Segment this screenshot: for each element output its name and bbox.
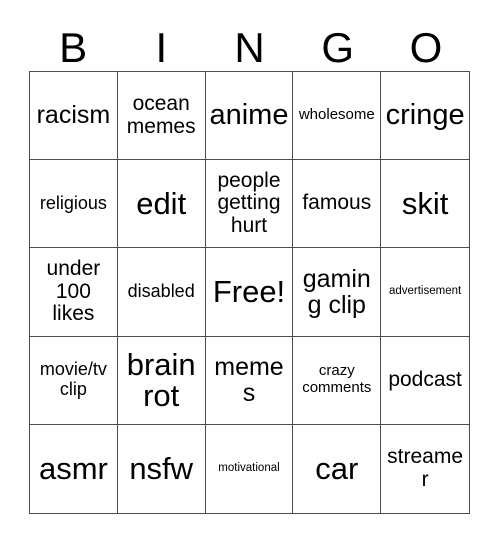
header-letter-b: B xyxy=(59,24,88,71)
bingo-header: B I N G O xyxy=(29,14,470,71)
bingo-cell[interactable]: streamer xyxy=(381,424,469,513)
bingo-cell-label: advertisement xyxy=(388,285,462,298)
bingo-cell[interactable]: religious xyxy=(30,160,118,249)
bingo-cell-label: skit xyxy=(401,186,449,222)
header-letter-o: O xyxy=(409,24,443,71)
bingo-cell-label: under 100 likes xyxy=(46,256,101,326)
bingo-cell[interactable]: cringe xyxy=(381,72,469,161)
header-letter-g: G xyxy=(321,24,355,71)
bingo-cell[interactable]: nsfw xyxy=(117,424,206,513)
bingo-cell-label: ocean memes xyxy=(126,91,196,138)
bingo-cell[interactable]: asmr xyxy=(30,424,118,513)
bingo-cell-label: movie/tv clip xyxy=(39,359,107,400)
bingo-cell[interactable]: edit xyxy=(117,160,206,249)
header-letter-n: N xyxy=(234,24,265,71)
bingo-card: B I N G O racism ocean memes anime wholesom… xyxy=(0,0,500,544)
bingo-cell-label: wholesome xyxy=(298,106,375,124)
bingo-cell[interactable]: motivational xyxy=(205,424,294,513)
bingo-cell[interactable]: ocean memes xyxy=(117,72,206,161)
bingo-cell[interactable]: gaming clip xyxy=(293,248,382,337)
bingo-cell[interactable]: people getting hurt xyxy=(205,160,294,249)
bingo-cell-label: memes xyxy=(214,352,284,408)
bingo-cell[interactable]: crazy comments xyxy=(293,336,382,425)
bingo-cell[interactable]: advertisement xyxy=(381,248,469,337)
bingo-cell-label: car xyxy=(315,451,359,487)
bingo-cell[interactable]: car xyxy=(293,424,382,513)
header-letter-i: I xyxy=(155,24,168,71)
bingo-cell[interactable]: movie/tv clip xyxy=(30,336,118,425)
bingo-grid: racism ocean memes anime wholesome cringe rel… xyxy=(29,71,470,514)
bingo-cell-label: anime xyxy=(209,98,289,131)
bingo-cell-label: crazy comments xyxy=(302,362,372,397)
bingo-cell[interactable]: anime xyxy=(205,72,294,161)
bingo-cell[interactable]: wholesome xyxy=(293,72,382,161)
bingo-cell-label: brain rot xyxy=(126,347,196,414)
bingo-cell-label: disabled xyxy=(127,281,195,302)
bingo-cell-label: people getting hurt xyxy=(217,168,281,238)
bingo-cell-label: podcast xyxy=(388,367,462,391)
bingo-cell-label: motivational xyxy=(218,462,280,475)
bingo-cell[interactable]: racism xyxy=(30,72,118,161)
bingo-cell-label: gaming clip xyxy=(302,264,371,319)
bingo-cell-label: famous xyxy=(302,191,372,215)
bingo-cell-label: streamer xyxy=(387,445,464,491)
bingo-cell[interactable]: disabled xyxy=(117,248,206,337)
bingo-cell-label: racism xyxy=(36,101,111,130)
bingo-cell-label: religious xyxy=(39,192,107,213)
bingo-cell[interactable]: brain rot xyxy=(117,336,206,425)
bingo-cell[interactable]: memes xyxy=(205,336,294,425)
bingo-cell-label: Free! xyxy=(212,274,286,310)
bingo-cell-label: cringe xyxy=(385,98,465,131)
bingo-cell-label: asmr xyxy=(38,451,108,487)
bingo-cell[interactable]: podcast xyxy=(381,336,469,425)
bingo-cell[interactable]: under 100 likes xyxy=(30,248,118,337)
bingo-cell[interactable]: skit xyxy=(381,160,469,249)
bingo-cell-label: edit xyxy=(136,186,187,222)
bingo-cell-label: nsfw xyxy=(129,451,194,487)
bingo-cell-free[interactable]: Free! xyxy=(205,248,294,337)
bingo-cell[interactable]: famous xyxy=(293,160,382,249)
